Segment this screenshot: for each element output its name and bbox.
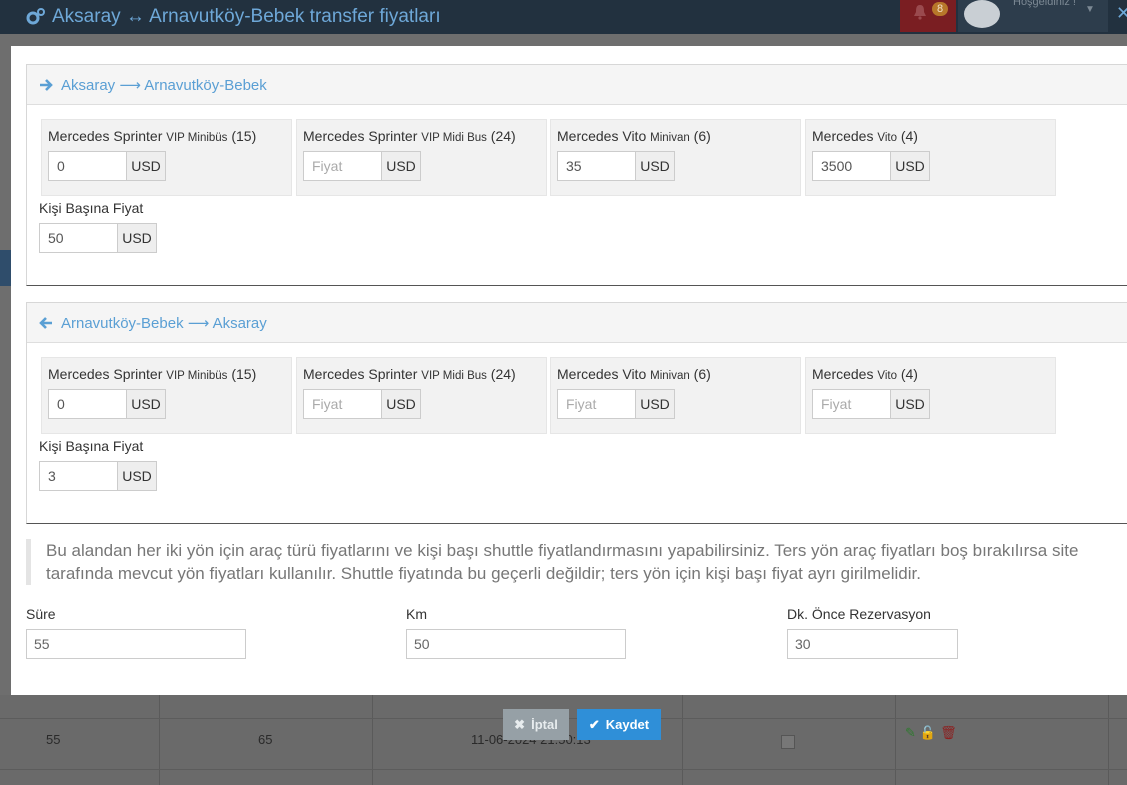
price-input-group: USD [812, 389, 930, 419]
trash-icon[interactable]: 🗑 [940, 725, 957, 741]
page-header: Aksaray ↔ Arnavutköy-Bebek transfer fiya… [26, 6, 441, 28]
table-cell: 65 [258, 732, 273, 747]
row-actions: ✎ 🔓 🗑 [905, 725, 957, 741]
pricing-modal: Aksaray ⟶ Arnavutköy-Bebek Mercedes Spri… [11, 46, 1127, 695]
vehicle-name: Mercedes Sprinter VIP Midi Bus (24) [303, 366, 516, 382]
panel-heading: Arnavutköy-Bebek ⟶ Aksaray [27, 303, 1127, 343]
notifications-button[interactable]: 8 [900, 0, 956, 32]
vehicle-name: Mercedes Vito Minivan (6) [557, 128, 711, 144]
price-input[interactable] [557, 151, 636, 181]
arrow-right-icon [40, 78, 53, 91]
direction-label: Arnavutköy-Bebek ⟶ Aksaray [61, 314, 267, 332]
duration-input[interactable] [26, 629, 246, 659]
panel-heading: Aksaray ⟶ Arnavutköy-Bebek [27, 65, 1127, 105]
price-input-group: USD [812, 151, 930, 181]
per-person-input-group: USD [39, 461, 157, 491]
save-button[interactable]: ✔ Kaydet [577, 709, 661, 740]
per-person-price-label: Kişi Başına Fiyat [39, 438, 144, 454]
vehicle-price-card: Mercedes Sprinter VIP Midi Bus (24) USD [296, 357, 547, 434]
vehicle-name: Mercedes Vito Minivan (6) [557, 366, 711, 382]
bell-icon [914, 5, 926, 20]
currency-addon: USD [127, 151, 166, 181]
price-input[interactable] [303, 389, 382, 419]
vehicle-name: Mercedes Sprinter VIP Minibüs (15) [48, 128, 257, 144]
currency-addon: USD [118, 223, 157, 253]
cancel-button-label: İptal [531, 717, 558, 732]
row-checkbox[interactable] [781, 735, 795, 749]
vehicle-name: Mercedes Vito (4) [812, 128, 918, 144]
currency-addon: USD [636, 151, 675, 181]
per-person-price-input[interactable] [39, 223, 118, 253]
price-input-group: USD [303, 389, 421, 419]
table-cell: 55 [46, 732, 61, 747]
vehicle-name: Mercedes Sprinter VIP Minibüs (15) [48, 366, 257, 382]
vehicle-price-card: Mercedes Vito Minivan (6) USD [550, 357, 801, 434]
currency-addon: USD [118, 461, 157, 491]
close-icon[interactable]: ✕ [1116, 3, 1127, 24]
price-input[interactable] [303, 151, 382, 181]
per-person-price-input[interactable] [39, 461, 118, 491]
price-input[interactable] [48, 389, 127, 419]
price-input-group: USD [303, 151, 421, 181]
currency-addon: USD [382, 151, 421, 181]
vehicle-price-card: Mercedes Vito (4) USD [805, 119, 1056, 196]
check-icon: ✔ [588, 716, 600, 732]
vehicle-name: Mercedes Vito (4) [812, 366, 918, 382]
welcome-text: Hoşgeldiniz ! [1013, 0, 1076, 8]
price-input-group: USD [48, 151, 166, 181]
price-input-group: USD [48, 389, 166, 419]
vehicle-price-card: Mercedes Sprinter VIP Minibüs (15) USD [41, 119, 292, 196]
per-person-input-group: USD [39, 223, 157, 253]
currency-addon: USD [382, 389, 421, 419]
price-input[interactable] [48, 151, 127, 181]
vehicle-price-card: Mercedes Sprinter VIP Midi Bus (24) USD [296, 119, 547, 196]
price-input[interactable] [557, 389, 636, 419]
currency-addon: USD [891, 389, 930, 419]
chevron-down-icon: ▼ [1085, 4, 1095, 15]
currency-addon: USD [891, 151, 930, 181]
vehicle-price-card: Mercedes Vito (4) USD [805, 357, 1056, 434]
advance-reservation-input[interactable] [787, 629, 958, 659]
price-input[interactable] [812, 151, 891, 181]
notification-count-badge: 8 [932, 2, 949, 16]
gears-icon [26, 8, 45, 25]
currency-addon: USD [636, 389, 675, 419]
price-input-group: USD [557, 151, 675, 181]
vehicle-price-card: Mercedes Sprinter VIP Minibüs (15) USD [41, 357, 292, 434]
km-label: Km [406, 606, 427, 622]
info-note: Bu alandan her iki yön için araç türü fi… [26, 539, 1126, 585]
currency-addon: USD [127, 389, 166, 419]
save-button-label: Kaydet [605, 717, 650, 732]
sidebar-edge [0, 250, 11, 286]
per-person-price-label: Kişi Başına Fiyat [39, 200, 144, 216]
modal-title: Aksaray ↔ Arnavutköy-Bebek transfer fiya… [52, 6, 441, 27]
direction-panel-return: Arnavutköy-Bebek ⟶ Aksaray Mercedes Spri… [26, 302, 1127, 524]
duration-label: Süre [26, 606, 56, 622]
cancel-button[interactable]: ✖ İptal [503, 709, 569, 740]
top-navbar: Aksaray ↔ Arnavutköy-Bebek transfer fiya… [0, 0, 1127, 34]
price-input-group: USD [557, 389, 675, 419]
direction-label: Aksaray ⟶ Arnavutköy-Bebek [61, 76, 267, 94]
user-menu[interactable]: Hoşgeldiniz ! ▼ [958, 0, 1108, 32]
close-icon: ✖ [514, 716, 526, 732]
unlock-icon[interactable]: 🔓 [920, 725, 936, 741]
vehicle-price-card: Mercedes Vito Minivan (6) USD [550, 119, 801, 196]
direction-panel-outbound: Aksaray ⟶ Arnavutköy-Bebek Mercedes Spri… [26, 64, 1127, 286]
price-input[interactable] [812, 389, 891, 419]
km-input[interactable] [406, 629, 626, 659]
advance-reservation-label: Dk. Önce Rezervasyon [787, 606, 931, 622]
edit-icon[interactable]: ✎ [905, 725, 916, 741]
vehicle-name: Mercedes Sprinter VIP Midi Bus (24) [303, 128, 516, 144]
arrow-left-icon [39, 316, 52, 329]
avatar [964, 0, 1000, 28]
